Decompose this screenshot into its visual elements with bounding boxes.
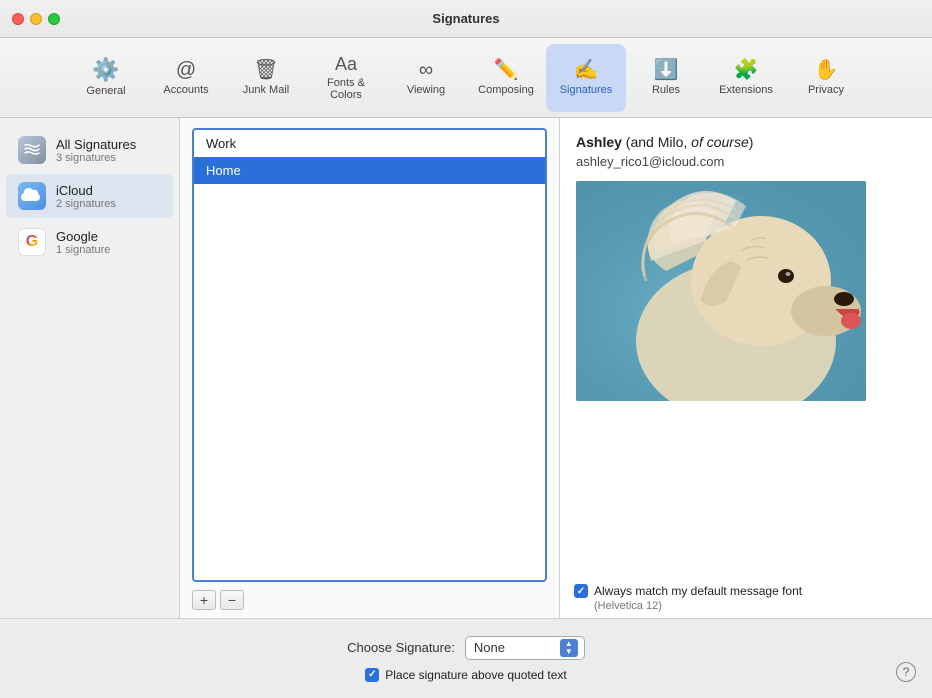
general-icon: ⚙️ [92,59,119,81]
toolbar: ⚙️ General @ Accounts 🗑 Junk Mail Aa Fon… [0,38,932,118]
privacy-icon: ✋ [814,60,839,80]
google-name: Google [56,229,110,244]
select-arrow-icon: ▲ ▼ [560,639,578,657]
signatures-list[interactable]: Work Home [192,128,547,582]
icloud-text: iCloud 2 signatures [56,183,116,210]
sidebar: All Signatures 3 signatures iCloud 2 sig… [0,118,180,618]
google-count: 1 signature [56,244,110,256]
icloud-name: iCloud [56,183,116,198]
google-text: Google 1 signature [56,229,110,256]
signatures-toolbar: + − [180,582,559,618]
composing-icon: ✏️ [494,60,519,80]
add-signature-button[interactable]: + [192,590,216,610]
preview-name-bold: Ashley [576,134,622,150]
place-sig-label: Place signature above quoted text [385,668,566,682]
toolbar-item-composing[interactable]: ✏️ Composing [466,44,546,112]
all-signatures-count: 3 signatures [56,152,136,164]
toolbar-item-accounts[interactable]: @ Accounts [146,44,226,112]
toolbar-item-signatures[interactable]: ✍️ Signatures [546,44,626,112]
font-checkbox-row: Always match my default message font [574,584,802,598]
junk-mail-icon: 🗑 [253,60,278,80]
choose-sig-select[interactable]: None ▲ ▼ [465,636,585,660]
all-signatures-name: All Signatures [56,137,136,152]
general-label: General [86,85,125,97]
preview-name-end: ) [749,134,754,150]
google-icon: G [18,228,46,256]
choose-sig-value: None [474,640,505,655]
preview-name-rest: (and Milo, [622,134,691,150]
fonts-colors-icon: Aa [335,55,357,73]
composing-label: Composing [478,84,534,96]
help-button[interactable]: ? [896,662,916,682]
font-match-checkbox[interactable] [574,584,588,598]
signatures-label: Signatures [560,84,613,96]
toolbar-item-privacy[interactable]: ✋ Privacy [786,44,866,112]
window-title: Signatures [432,11,499,26]
sidebar-item-icloud[interactable]: iCloud 2 signatures [6,174,173,218]
sig-item-work[interactable]: Work [194,130,545,157]
minimize-button[interactable] [30,13,42,25]
junk-mail-label: Junk Mail [243,84,289,96]
sidebar-item-all-signatures[interactable]: All Signatures 3 signatures [6,128,173,172]
content-area: All Signatures 3 signatures iCloud 2 sig… [0,118,932,618]
toolbar-item-rules[interactable]: ⬇️ Rules [626,44,706,112]
toolbar-item-fonts-colors[interactable]: Aa Fonts & Colors [306,44,386,112]
extensions-icon: 🧩 [734,60,759,80]
icloud-icon [18,182,46,210]
sig-item-home[interactable]: Home [194,157,545,184]
viewing-icon: ∞ [419,60,433,80]
extensions-label: Extensions [719,84,773,96]
signatures-panel: Work Home + − [180,118,560,618]
accounts-label: Accounts [163,84,208,96]
accounts-icon: @ [176,60,196,80]
viewing-label: Viewing [407,84,445,96]
help-icon: ? [903,665,910,679]
preview-name: Ashley (and Milo, of course) [576,134,916,150]
place-sig-checkbox[interactable] [365,668,379,682]
preview-container: Ashley (and Milo, of course) ashley_rico… [560,118,932,618]
toolbar-item-junk-mail[interactable]: 🗑 Junk Mail [226,44,306,112]
remove-signature-button[interactable]: − [220,590,244,610]
google-g-letter: G [26,233,38,251]
toolbar-item-extensions[interactable]: 🧩 Extensions [706,44,786,112]
rules-icon: ⬇️ [654,60,679,80]
choose-sig-row: Choose Signature: None ▲ ▼ [347,636,585,660]
maximize-button[interactable] [48,13,60,25]
font-sublabel: (Helvetica 12) [594,600,662,612]
place-sig-row: Place signature above quoted text [365,668,566,682]
icloud-count: 2 signatures [56,198,116,210]
signatures-icon: ✍️ [574,60,599,80]
sidebar-item-google[interactable]: G Google 1 signature [6,220,173,264]
font-checkbox-area: Always match my default message font (He… [560,576,932,618]
bottom-bar: Choose Signature: None ▲ ▼ Place signatu… [0,618,932,698]
choose-sig-label: Choose Signature: [347,640,455,655]
preview-name-italic: of course [691,134,749,150]
close-button[interactable] [12,13,24,25]
rules-label: Rules [652,84,680,96]
fonts-colors-label: Fonts & Colors [310,77,382,101]
all-signatures-text: All Signatures 3 signatures [56,137,136,164]
font-match-label: Always match my default message font [594,584,802,598]
traffic-lights [12,13,60,25]
preview-panel: Ashley (and Milo, of course) ashley_rico… [560,118,932,576]
main-content: All Signatures 3 signatures iCloud 2 sig… [0,118,932,698]
preview-email: ashley_rico1@icloud.com [576,154,916,169]
titlebar: Signatures [0,0,932,38]
toolbar-item-general[interactable]: ⚙️ General [66,44,146,112]
privacy-label: Privacy [808,84,844,96]
all-signatures-icon [18,136,46,164]
toolbar-item-viewing[interactable]: ∞ Viewing [386,44,466,112]
preview-dog-image [576,181,866,401]
